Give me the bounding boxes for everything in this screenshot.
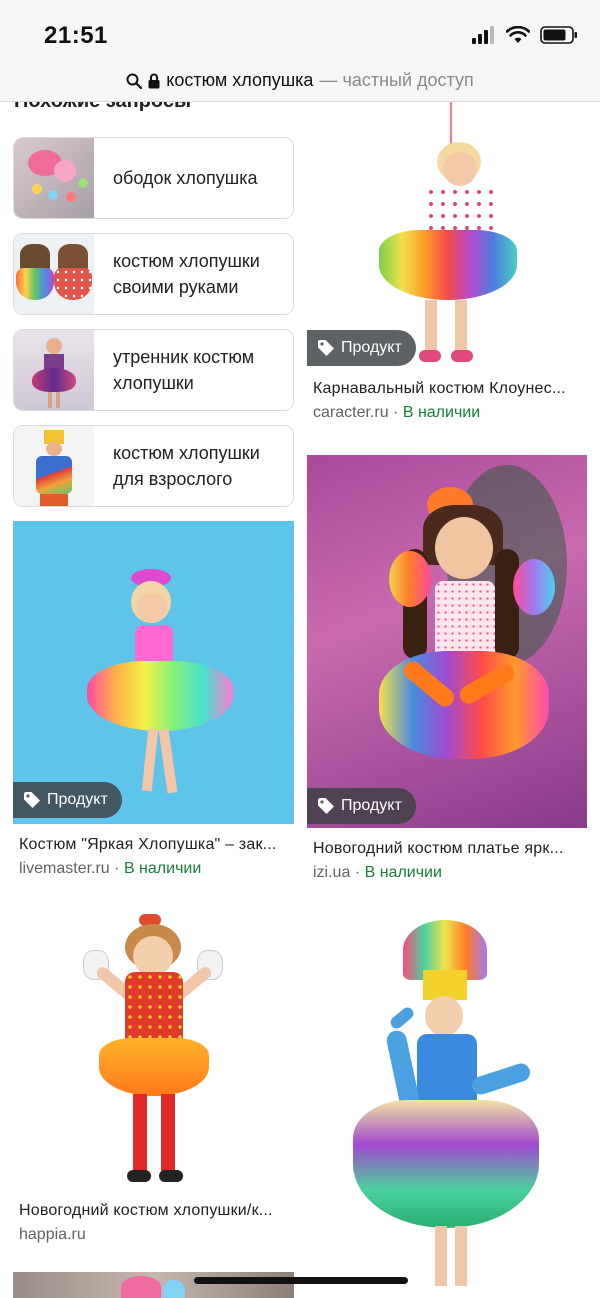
result-meta: livemaster.ru · В наличии — [13, 860, 294, 878]
url-query: костюм хлопушка — [166, 70, 314, 90]
related-thumbnail — [14, 426, 94, 506]
result-card[interactable]: Продукт Новогодний костюм платье ярк... … — [307, 455, 587, 882]
results-content: Похожие запросы ободок хлопушка костюм х… — [0, 102, 600, 1298]
product-chip: Продукт — [307, 788, 416, 824]
result-image: Продукт — [307, 102, 587, 370]
result-title: Костюм "Яркая Хлопушка" – зак... — [19, 836, 277, 853]
product-chip-label: Продукт — [47, 791, 108, 808]
result-card[interactable]: Новогодний костюм хлопушки/к... happia.r… — [13, 908, 294, 1244]
signal-icon — [472, 26, 494, 44]
product-chip: Продукт — [307, 330, 416, 366]
related-search-item[interactable]: ободок хлопушка — [13, 137, 294, 219]
tag-icon — [318, 340, 334, 356]
result-meta: happia.ru — [13, 1226, 294, 1244]
result-source: caracter.ru — [313, 404, 389, 421]
meta-separator: · — [354, 864, 361, 881]
private-access-label: — частный доступ — [319, 70, 474, 90]
related-search-item[interactable]: костюм хлопушки своими руками — [13, 233, 294, 315]
related-search-item[interactable]: утренник костюм хлопушки — [13, 329, 294, 411]
product-chip: Продукт — [13, 782, 122, 818]
related-search-label: костюм хлопушки для взрослого — [113, 443, 260, 489]
result-source: happia.ru — [19, 1226, 86, 1243]
wifi-icon — [506, 26, 530, 43]
result-card[interactable]: Продукт Карнавальный костюм Клоунес... c… — [307, 102, 587, 422]
address-bar[interactable]: костюм хлопушка — частный доступ — [0, 60, 600, 102]
result-title: Новогодний костюм хлопушки/к... — [19, 1202, 273, 1219]
stock-status: В наличии — [364, 864, 442, 881]
related-search-label: ободок хлопушка — [113, 168, 258, 188]
lock-icon — [148, 73, 160, 88]
result-image: Продукт — [307, 455, 587, 828]
stock-status: В наличии — [123, 860, 202, 877]
related-search-label: утренник костюм хлопушки — [113, 347, 255, 393]
status-icons — [472, 26, 578, 44]
related-search-label: костюм хлопушки своими руками — [113, 251, 260, 297]
result-card[interactable]: Продукт Костюм "Яркая Хлопушка" – зак...… — [13, 521, 294, 878]
result-image — [13, 1272, 294, 1298]
result-meta: izi.ua · В наличии — [307, 864, 587, 882]
related-searches-title: Похожие запросы — [14, 102, 191, 113]
tag-icon — [318, 798, 334, 814]
result-source: izi.ua — [313, 864, 351, 881]
search-icon — [126, 73, 143, 89]
related-search-item[interactable]: костюм хлопушки для взрослого — [13, 425, 294, 507]
result-title: Новогодний костюм платье ярк... — [313, 840, 564, 857]
related-thumbnail — [14, 330, 94, 410]
stock-status: В наличии — [402, 404, 481, 421]
status-time: 21:51 — [44, 22, 108, 49]
meta-separator: · — [114, 860, 120, 877]
tag-icon — [24, 792, 40, 808]
result-image — [307, 910, 587, 1298]
result-card[interactable] — [307, 910, 587, 1298]
product-chip-label: Продукт — [341, 339, 402, 356]
result-image — [13, 908, 294, 1190]
meta-separator: · — [393, 404, 399, 421]
product-chip-label: Продукт — [341, 797, 402, 814]
result-image: Продукт — [13, 521, 294, 824]
result-card[interactable] — [13, 1272, 294, 1298]
battery-icon — [540, 26, 577, 44]
related-thumbnail — [14, 138, 94, 218]
result-title: Карнавальный костюм Клоунес... — [313, 380, 566, 397]
related-thumbnail — [14, 234, 94, 314]
home-indicator[interactable] — [194, 1277, 408, 1284]
result-source: livemaster.ru — [19, 860, 110, 877]
status-bar: 21:51 — [0, 0, 600, 60]
result-meta: caracter.ru · В наличии — [307, 404, 587, 422]
